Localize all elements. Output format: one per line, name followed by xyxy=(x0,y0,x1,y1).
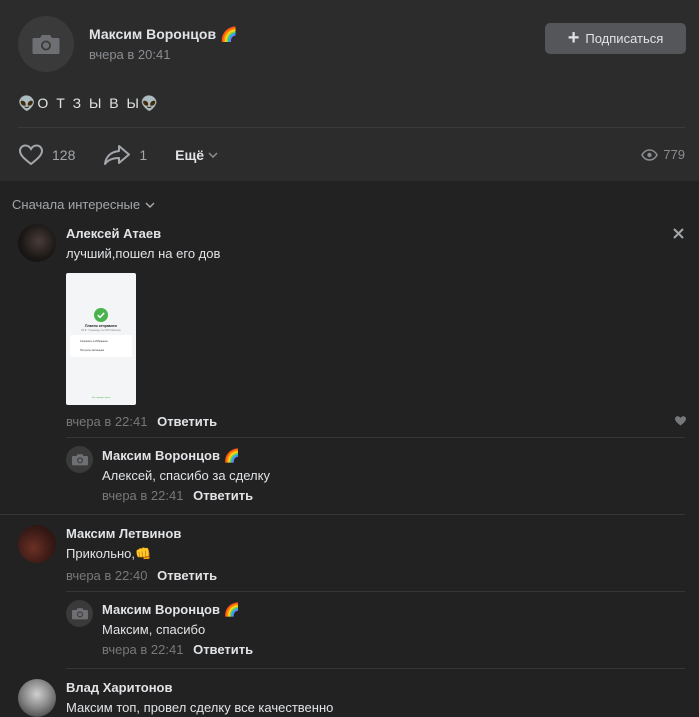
comment-date[interactable]: вчера в 22:41 xyxy=(66,414,147,429)
comment-text: Прикольно,👊 xyxy=(66,546,152,561)
post-author[interactable]: Максим Воронцов 🌈 xyxy=(89,26,237,43)
comment-photo-attachment[interactable]: Платеж отправлен 99 ₽ · Переводы по СБП … xyxy=(66,273,136,405)
avatar[interactable] xyxy=(18,679,56,717)
receipt-option-favorites: Сохранить в Избранное xyxy=(80,340,108,343)
reply-meta: вчера в 22:41 Ответить xyxy=(102,488,253,503)
share-count: 1 xyxy=(139,147,148,163)
camera-icon xyxy=(71,454,88,466)
reply-author-name[interactable]: Максим Воронцов xyxy=(102,448,220,463)
divider xyxy=(66,591,685,592)
rainbow-emoji: 🌈 xyxy=(223,448,240,463)
reply-button[interactable]: Ответить xyxy=(157,568,217,583)
reply-date[interactable]: вчера в 22:41 xyxy=(102,488,183,503)
divider xyxy=(0,514,685,515)
receipt-title: Платеж отправлен xyxy=(84,324,118,328)
more-label: Ещё xyxy=(175,147,205,163)
comment-text: Максим топ, провел сделку все качественн… xyxy=(66,700,334,715)
post-date[interactable]: вчера в 20:41 xyxy=(89,47,170,62)
like-button[interactable]: 128 xyxy=(18,144,75,166)
check-circle-icon xyxy=(94,308,108,322)
comment-meta: вчера в 22:40 Ответить xyxy=(66,568,217,583)
reply-author[interactable]: Максим Воронцов 🌈 xyxy=(102,448,240,464)
views-count: 779 xyxy=(663,147,685,162)
close-icon[interactable] xyxy=(673,228,684,239)
views-counter: 779 xyxy=(641,147,685,162)
eye-icon xyxy=(641,148,659,161)
reply-author[interactable]: Максим Воронцов 🌈 xyxy=(102,602,240,618)
reply-button[interactable]: Ответить xyxy=(157,414,217,429)
chevron-down-icon xyxy=(208,152,218,158)
comments-sort-dropdown[interactable]: Сначала интересные xyxy=(12,197,155,212)
receipt-option-receipt: Получить квитанцию xyxy=(80,349,105,352)
share-button[interactable]: 1 xyxy=(103,144,147,166)
avatar[interactable] xyxy=(66,600,93,627)
avatar[interactable] xyxy=(18,525,56,563)
rainbow-emoji: 🌈 xyxy=(223,602,240,617)
reply-date[interactable]: вчера в 22:41 xyxy=(102,642,183,657)
comment-author[interactable]: Алексей Атаев xyxy=(66,226,161,241)
share-icon xyxy=(104,145,131,165)
divider xyxy=(66,437,685,438)
comment-text: лучший,пошел на его дов xyxy=(66,246,221,261)
comment-author[interactable]: Максим Летвинов xyxy=(66,526,181,541)
divider xyxy=(66,668,685,669)
camera-icon xyxy=(32,35,60,54)
reply-button[interactable]: Ответить xyxy=(193,642,253,657)
avatar[interactable] xyxy=(66,446,93,473)
avatar[interactable] xyxy=(18,224,56,262)
reply-meta: вчера в 22:41 Ответить xyxy=(102,642,253,657)
receipt-options: Сохранить в Избранное Получить квитанцию xyxy=(70,335,132,357)
plus-icon: + xyxy=(567,26,580,49)
rainbow-emoji: 🌈 xyxy=(219,26,238,42)
reply-author-name[interactable]: Максим Воронцов xyxy=(102,602,220,617)
heart-icon xyxy=(18,144,44,166)
heart-icon[interactable] xyxy=(674,415,687,427)
comment-date[interactable]: вчера в 22:40 xyxy=(66,568,147,583)
reply-button[interactable]: Ответить xyxy=(193,488,253,503)
comment-author[interactable]: Влад Харитонов xyxy=(66,680,173,695)
post-card: Максим Воронцов 🌈 вчера в 20:41 + Подпис… xyxy=(0,0,699,181)
chevron-down-icon xyxy=(145,201,155,208)
like-count: 128 xyxy=(52,147,76,163)
reply-text: Максим, спасибо xyxy=(102,622,206,637)
post-author-name[interactable]: Максим Воронцов xyxy=(89,26,216,42)
subscribe-button[interactable]: + Подписаться xyxy=(545,23,686,54)
reply-text: Алексей, спасибо за сделку xyxy=(102,468,270,483)
post-text: 👽О Т З Ы В Ы👽 xyxy=(18,95,161,111)
author-avatar[interactable] xyxy=(18,16,74,72)
post-actions: 128 1 Ещё xyxy=(18,144,218,166)
receipt-subtitle: 99 ₽ · Переводы по СБП Максиму xyxy=(81,329,121,332)
comments-sort-label: Сначала интересные xyxy=(12,197,141,212)
camera-icon xyxy=(71,608,88,620)
subscribe-label: Подписаться xyxy=(585,31,664,46)
comment-meta: вчера в 22:41 Ответить xyxy=(66,414,217,429)
more-button[interactable]: Ещё xyxy=(175,147,218,163)
receipt-footer: На главную экран xyxy=(91,397,111,399)
post-divider xyxy=(18,127,685,128)
